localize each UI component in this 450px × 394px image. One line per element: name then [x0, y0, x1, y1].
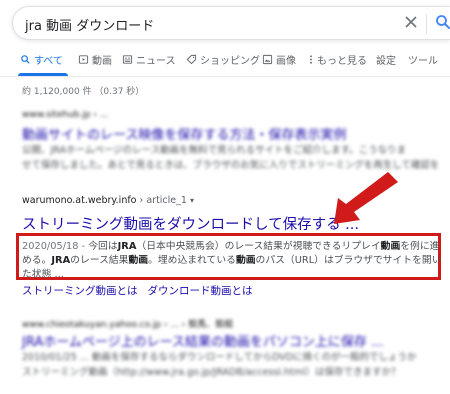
tab-label: 画像 — [276, 56, 296, 67]
snippet-text: を例に進 — [400, 241, 440, 252]
tab-more[interactable]: もっと見る — [308, 52, 367, 67]
snippet-text: のパス（URL）はブラウザでサイトを開い — [255, 255, 442, 266]
tab-label: ツール — [408, 56, 438, 67]
news-icon — [122, 55, 133, 64]
snippet-bold: 動画 — [380, 241, 401, 252]
result-stats: 約 1,120,000 件 （0.37 秒） — [22, 87, 145, 97]
search-icon — [21, 55, 30, 64]
result-snippet: 2010/01/25 ... 動画を保存するならダウンロードしてからDVDに焼く… — [22, 352, 417, 363]
result-snippet-line: た状態 ... — [22, 269, 64, 280]
result-snippet-line: 2020/05/18 - 今回はJRA（日本中央競馬会）のレース結果が視聴できる… — [22, 238, 439, 252]
tab-shopping[interactable]: ショッピング — [186, 52, 260, 67]
tab-label: すべて — [34, 56, 63, 67]
sitelink[interactable]: ストリーミング動画とは — [22, 285, 138, 297]
tab-label: 動画 — [92, 56, 112, 67]
snippet-bold: JRA — [51, 255, 71, 266]
result-title[interactable]: ストリーミング動画をダウンロードして保存する ... — [22, 213, 359, 234]
result-url[interactable]: www.chieotakuyan.yahoo.co.jp › ... › 競馬、… — [22, 317, 233, 330]
red-arrow-icon — [334, 172, 398, 224]
snippet-text: める。 — [22, 255, 52, 266]
result-url[interactable]: warumono.at.webry.info › article_1 ▾ — [22, 195, 194, 206]
search-icon[interactable] — [434, 13, 450, 31]
tab-label: もっと見る — [317, 56, 367, 67]
image-icon — [262, 54, 273, 65]
result-breadcrumb: › article_1 — [136, 195, 187, 206]
clear-icon[interactable] — [401, 12, 421, 32]
more-vert-icon — [310, 55, 312, 64]
snippet-bold: 動画 — [235, 255, 256, 266]
result-url[interactable]: www.sitehub.jp › ... — [22, 110, 108, 120]
tag-icon — [186, 54, 197, 65]
tab-all[interactable]: すべて — [20, 52, 63, 67]
snippet-text: （日本中央競馬会）のレース結果が視聴できるリプレイ — [136, 241, 381, 252]
result-snippet: ストリーミング動画（http://www.jra.go.jp/JRADB/acc… — [22, 367, 401, 378]
snippet-bold: JRA — [117, 241, 137, 252]
result-domain: warumono.at.webry.info — [22, 195, 137, 206]
search-tabs: すべて 動画 ニュース ショッピング 画像 もっと見る 設定 ツール — [0, 48, 450, 78]
tab-settings[interactable]: 設定 — [376, 52, 396, 67]
tabs-divider — [0, 76, 450, 77]
tab-label: ショッピング — [200, 56, 260, 67]
result-snippet: 公開、JRAホームページのレース動画を無料で見られるサイトをご紹介します。こうな… — [22, 145, 407, 156]
sitelinks: ストリーミング動画とは ダウンロード動画とは — [22, 283, 253, 298]
tab-videos[interactable]: 動画 — [78, 52, 112, 67]
tab-images[interactable]: 画像 — [262, 52, 296, 67]
snippet-text: 。埋め込まれている — [148, 255, 236, 266]
tab-tools[interactable]: ツール — [408, 52, 438, 67]
tab-label: ニュース — [136, 56, 176, 67]
search-box[interactable]: jra 動画 ダウンロード — [12, 6, 450, 40]
snippet-text: 今回は — [88, 241, 118, 252]
sitelink[interactable]: ダウンロード動画とは — [148, 285, 253, 297]
tab-news[interactable]: ニュース — [122, 52, 176, 67]
result-snippet-line: める。JRAのレース結果動画。埋め込まれている動画のパス（URL）はブラウザでサ… — [22, 252, 442, 266]
snippet-text: のレース結果 — [70, 255, 129, 266]
tab-label: 設定 — [376, 56, 396, 67]
search-divider — [426, 14, 427, 34]
result-date: 2020/05/18 - — [22, 241, 89, 252]
video-icon — [78, 55, 89, 64]
snippet-bold: 動画 — [128, 255, 149, 266]
search-input[interactable]: jra 動画 ダウンロード — [25, 15, 154, 34]
caret-down-icon[interactable]: ▾ — [190, 196, 194, 205]
result-title[interactable]: JRAホームページ上のレース結果の動画をパソコン上に保存 ... — [22, 331, 383, 350]
result-title[interactable]: 動画サイトのレース映像を保存する方法・保存表示実例 — [22, 124, 346, 143]
